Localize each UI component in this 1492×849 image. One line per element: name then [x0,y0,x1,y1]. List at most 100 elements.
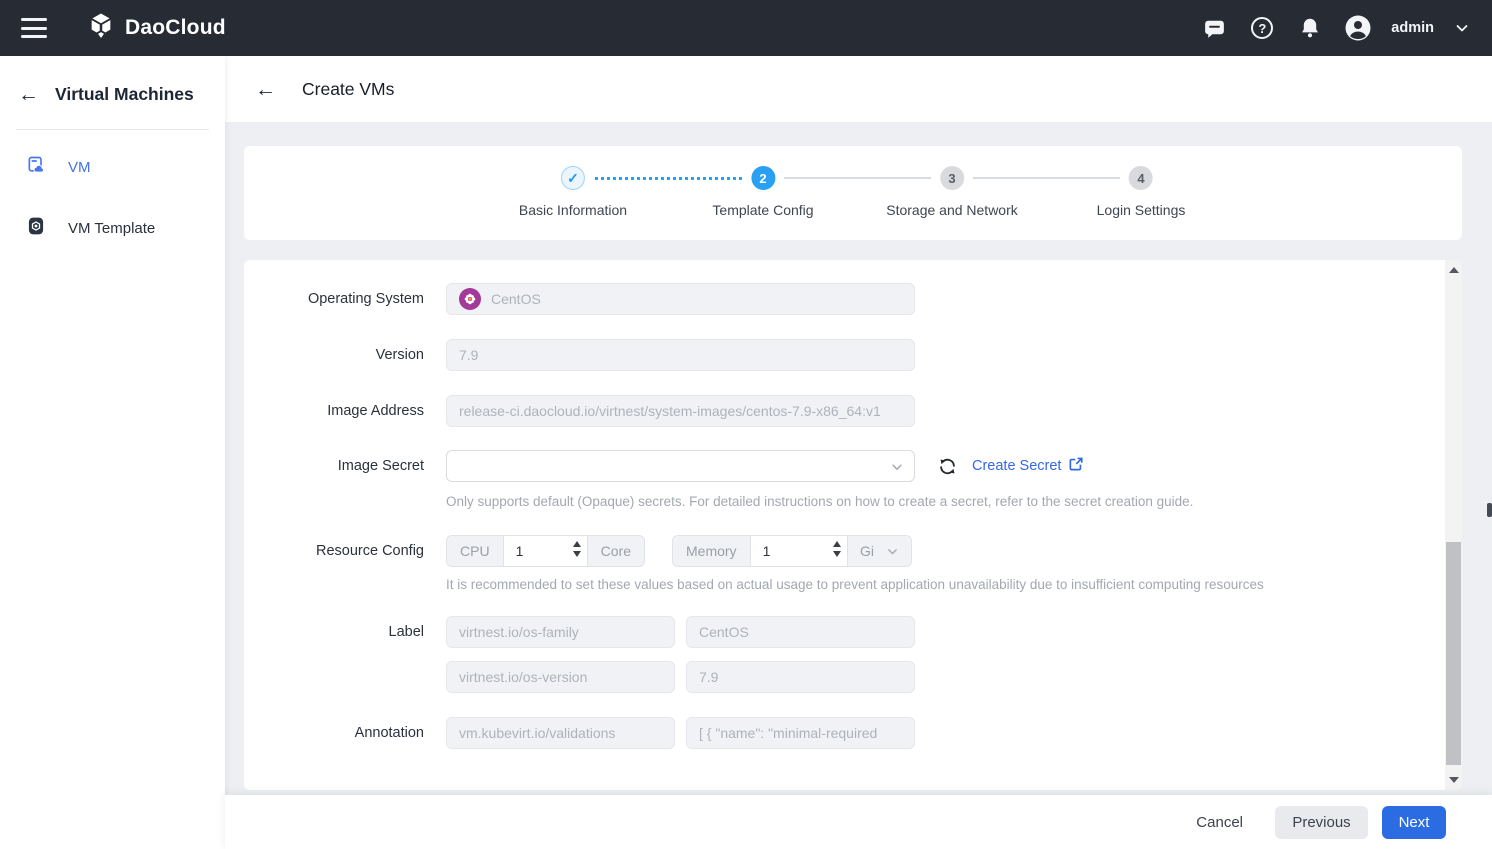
label-field-label: Label [244,624,424,640]
label-key-value: virtnest.io/os-family [459,624,579,640]
vm-icon [26,155,46,180]
stepper: ✓ Basic Information 2 Template Config 3 … [244,146,1462,240]
cpu-group: CPU Core [446,535,645,567]
annotation-key-value: vm.kubevirt.io/validations [459,725,615,741]
chevron-down-icon [890,460,904,479]
resource-config-label: Resource Config [244,543,424,559]
step-number: 4 [1129,166,1153,190]
window-scrollbar-thumb[interactable] [1487,503,1492,517]
sidebar-title: Virtual Machines [55,84,194,105]
help-icon[interactable]: ? [1245,11,1279,45]
notifications-icon[interactable] [1293,11,1327,45]
resource-config-row: Resource Config CPU Core Memory [244,535,1445,567]
memory-prefix: Memory [673,536,751,566]
operating-system-field: CentOS [446,283,915,315]
scroll-up-icon[interactable] [1445,262,1462,278]
operating-system-row: Operating System [244,283,1445,315]
annotation-value-field: [ { "name": "minimal-required [686,717,915,749]
annotation-value-value: [ { "name": "minimal-required [699,725,877,741]
memory-spinner[interactable] [833,541,841,557]
spin-down-icon[interactable] [833,551,841,557]
centos-logo-icon [459,288,481,310]
step-number: 3 [940,166,964,190]
cpu-suffix: Core [587,536,644,566]
sidebar-item-vm[interactable]: VM [0,144,225,191]
image-address-row: Image Address release-ci.daocloud.io/vir… [244,395,1445,427]
label-row-2: virtnest.io/os-version 7.9 [244,661,1445,693]
step-label: Storage and Network [886,202,1018,218]
annotation-key-field: vm.kubevirt.io/validations [446,717,675,749]
spin-down-icon[interactable] [573,551,581,557]
vm-template-icon [26,216,46,241]
create-secret-link[interactable]: Create Secret [972,456,1084,476]
cpu-spinner[interactable] [573,541,581,557]
resource-config-help: It is recommended to set these values ba… [446,577,1445,592]
daocloud-logo-icon [87,12,115,45]
version-field: 7.9 [446,339,915,371]
username: admin [1391,20,1434,36]
memory-unit-select[interactable]: Gi [847,536,911,566]
refresh-icon[interactable] [937,456,958,477]
stepper-card: ✓ Basic Information 2 Template Config 3 … [244,146,1462,240]
operating-system-value: CentOS [491,291,541,307]
sidebar-item-vm-template-label: VM Template [68,220,155,237]
memory-unit-value: Gi [860,543,874,559]
label-key-field: virtnest.io/os-family [446,616,675,648]
scroll-down-icon[interactable] [1445,772,1462,788]
cancel-button[interactable]: Cancel [1178,806,1261,839]
step-template-config[interactable]: 2 Template Config [712,166,813,218]
sidebar: ← Virtual Machines VM VM Template [0,56,225,849]
create-secret-label: Create Secret [972,458,1061,474]
sidebar-back-icon[interactable]: ← [18,84,39,105]
spin-up-icon[interactable] [573,541,581,547]
footer-action-bar: Cancel Previous Next [225,795,1492,849]
image-address-label: Image Address [244,403,424,419]
label-key-field: virtnest.io/os-version [446,661,675,693]
cpu-prefix: CPU [447,536,504,566]
image-address-field: release-ci.daocloud.io/virtnest/system-i… [446,395,915,427]
image-secret-help: Only supports default (Opaque) secrets. … [446,494,1445,509]
step-label: Template Config [712,202,813,218]
external-link-icon [1068,456,1084,476]
label-value-value: 7.9 [699,669,718,685]
label-value-field: 7.9 [686,661,915,693]
version-row: Version 7.9 [244,339,1445,371]
menu-icon[interactable] [21,18,47,38]
label-value-field: CentOS [686,616,915,648]
next-button[interactable]: Next [1382,806,1446,839]
memory-group: Memory Gi [672,535,912,567]
version-label: Version [244,347,424,363]
sidebar-item-vm-template[interactable]: VM Template [0,205,225,252]
image-secret-select[interactable] [446,450,915,482]
image-secret-row: Image Secret [244,450,1445,482]
version-value: 7.9 [459,347,478,363]
annotation-label: Annotation [244,725,424,741]
spin-up-icon[interactable] [833,541,841,547]
page-title: Create VMs [302,79,394,100]
label-value-value: CentOS [699,624,749,640]
step-number: 2 [751,166,775,190]
template-config-form: Operating System [244,260,1462,790]
help-glyph: ? [1258,21,1266,36]
page-back-icon[interactable]: ← [255,79,276,100]
sidebar-divider [16,129,209,130]
scrollbar-thumb[interactable] [1446,542,1461,765]
user-menu-chevron-icon[interactable] [1454,20,1470,36]
step-basic-information[interactable]: ✓ Basic Information [519,166,627,218]
step-login-settings[interactable]: 4 Login Settings [1097,166,1186,218]
avatar[interactable] [1341,11,1375,45]
messages-icon[interactable] [1197,11,1231,45]
sidebar-item-vm-label: VM [68,159,91,176]
form-scrollbar[interactable] [1445,260,1462,790]
step-storage-and-network[interactable]: 3 Storage and Network [886,166,1018,218]
step-label: Login Settings [1097,202,1186,218]
label-row-1: Label virtnest.io/os-family CentOS [244,616,1445,648]
topbar: DaoCloud ? admin [0,0,1492,56]
annotation-row: Annotation vm.kubevirt.io/validations [ … [244,717,1445,749]
image-secret-input[interactable] [447,451,914,481]
step-label: Basic Information [519,202,627,218]
previous-button[interactable]: Previous [1275,806,1368,839]
brand-name: DaoCloud [125,16,226,40]
brand[interactable]: DaoCloud [87,12,226,45]
page-header: ← Create VMs [225,56,1492,122]
